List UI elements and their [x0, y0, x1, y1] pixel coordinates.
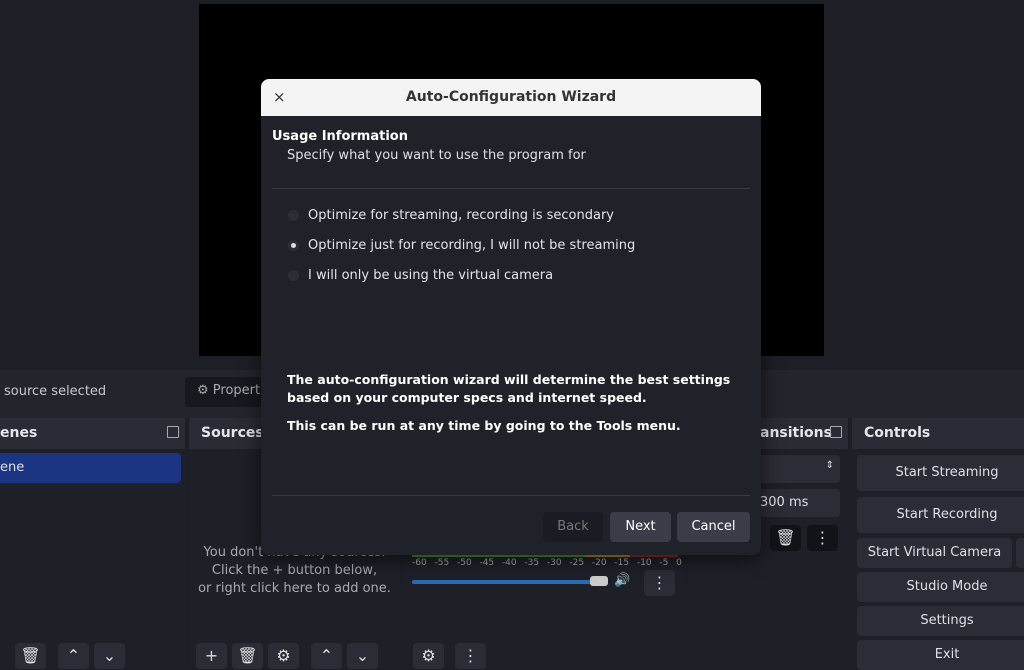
divider [272, 495, 750, 496]
meter-tick-label: -10 [636, 558, 652, 568]
speaker-icon[interactable]: 🔊 [614, 573, 630, 588]
exit-button[interactable]: Exit [857, 640, 1024, 670]
transitions-title: ansitions [760, 425, 832, 441]
meter-tick-label: 0 [676, 558, 682, 568]
cancel-button[interactable]: Cancel [677, 512, 750, 542]
next-button[interactable]: Next [610, 512, 671, 542]
usage-option-radio[interactable]: I will only be using the virtual camera [288, 268, 553, 283]
start-recording-button[interactable]: Start Recording [857, 497, 1024, 533]
meter-tick-label: -35 [524, 558, 540, 568]
audio-meter [412, 555, 678, 557]
usage-subheading: Specify what you want to use the program… [287, 148, 586, 163]
controls-title: Controls [864, 425, 931, 441]
info-text: The auto-configuration wizard will deter… [287, 372, 731, 405]
sources-title: Sources [201, 425, 264, 441]
radio-label: Optimize just for recording, I will not … [308, 238, 636, 253]
duration-value: 300 ms [760, 495, 809, 510]
start-streaming-button[interactable]: Start Streaming [857, 455, 1024, 491]
close-icon[interactable]: × [273, 79, 286, 116]
radio-label: I will only be using the virtual camera [308, 268, 554, 283]
back-button[interactable]: Back [543, 512, 603, 542]
source-settings-icon[interactable]: ⚙ [268, 643, 299, 669]
move-up-icon[interactable]: ⌃ [58, 643, 89, 669]
auto-config-wizard-dialog: × Auto-Configuration Wizard Usage Inform… [261, 79, 761, 555]
updown-icon: ⇕ [825, 460, 834, 471]
info-text-tools: This can be run at any time by going to … [287, 418, 681, 433]
meter-tick-label: -30 [546, 558, 562, 568]
radio-label: Optimize for streaming, recording is sec… [308, 208, 615, 223]
dialog-titlebar: × Auto-Configuration Wizard [261, 79, 761, 116]
volume-slider[interactable] [412, 580, 608, 584]
move-down-icon[interactable]: ⌄ [94, 643, 125, 669]
undock-icon[interactable] [830, 426, 842, 438]
add-source-icon[interactable]: + [196, 643, 227, 669]
dialog-title: Auto-Configuration Wizard [405, 89, 617, 105]
scene-item[interactable]: ene [0, 453, 181, 483]
meter-tick-label: -45 [479, 558, 495, 568]
volume-handle[interactable] [590, 576, 608, 586]
meter-tick-label: -55 [434, 558, 450, 568]
meter-tick-label: -5 [659, 558, 669, 568]
meter-tick-label: -20 [591, 558, 607, 568]
radio-indicator[interactable] [288, 240, 299, 251]
transition-menu-icon[interactable]: ⋮ [807, 525, 838, 551]
no-source-label: source selected [4, 384, 107, 399]
meter-tick-label: -15 [614, 558, 630, 568]
mixer-menu-icon[interactable]: ⋮ [644, 570, 675, 596]
move-up-icon[interactable]: ⌃ [311, 643, 342, 669]
meter-tick-label: -25 [569, 558, 585, 568]
mixer-more-icon[interactable]: ⋮ [455, 643, 486, 669]
usage-heading: Usage Information [272, 129, 408, 144]
meter-tick-label: -60 [412, 558, 427, 568]
meter-tick-label: -50 [456, 558, 472, 568]
usage-option-radio[interactable]: Optimize just for recording, I will not … [288, 238, 635, 253]
divider [272, 188, 750, 189]
remove-source-icon[interactable]: 🗑 [232, 643, 263, 669]
scenes-dock: enes ene 🗑 ⌃ ⌄ [0, 418, 185, 669]
remove-transition-icon[interactable]: 🗑 [770, 525, 801, 551]
settings-button[interactable]: Settings [857, 606, 1024, 636]
usage-option-radio[interactable]: Optimize for streaming, recording is sec… [288, 208, 614, 223]
radio-indicator[interactable] [288, 210, 299, 221]
virtual-camera-settings-button[interactable] [1016, 538, 1024, 568]
remove-scene-icon[interactable]: 🗑 [15, 643, 46, 669]
undock-icon[interactable] [167, 426, 179, 438]
scenes-title: enes [0, 425, 38, 441]
meter-ticks: -60 -55 -50 -45 -40 -35 -30 -25 -20 -15 -10 -5 0 [412, 558, 682, 568]
empty-line: Click the + button below, [211, 563, 378, 578]
start-virtual-camera-button[interactable]: Start Virtual Camera [857, 538, 1012, 568]
mixer-settings-icon[interactable]: ⚙ [413, 643, 444, 669]
controls-dock: Controls Start Streaming Start Recording… [852, 418, 1024, 670]
meter-tick-label: -40 [501, 558, 517, 568]
move-down-icon[interactable]: ⌄ [347, 643, 378, 669]
radio-indicator[interactable] [288, 270, 299, 281]
studio-mode-button[interactable]: Studio Mode [857, 572, 1024, 602]
empty-line: or right click here to add one. [198, 581, 391, 596]
